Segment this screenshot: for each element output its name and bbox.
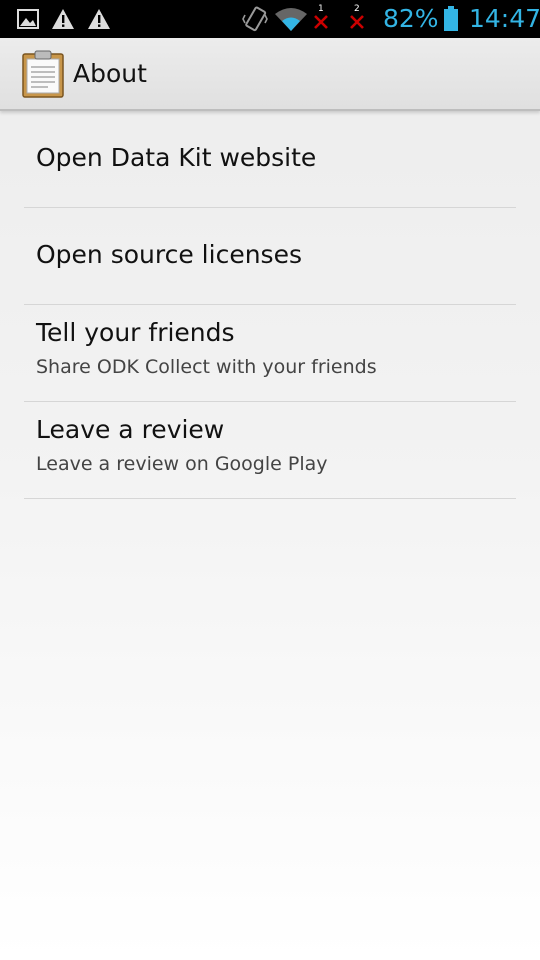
battery-percent: 82% bbox=[383, 4, 439, 33]
list-item-title: Open source licenses bbox=[36, 240, 302, 269]
status-bar: 1 2 82% 14:47 bbox=[0, 0, 540, 38]
list-item-title: Leave a review bbox=[36, 415, 225, 444]
battery-icon bbox=[444, 6, 458, 31]
warning-icon bbox=[52, 9, 74, 29]
no-signal-icon bbox=[350, 15, 364, 29]
list-item-tell-friends[interactable]: Tell your friends Share ODK Collect with… bbox=[24, 305, 516, 402]
action-bar: About bbox=[0, 38, 540, 111]
image-icon bbox=[17, 9, 39, 29]
warning-icon bbox=[88, 9, 110, 29]
list-item-title: Open Data Kit website bbox=[36, 143, 317, 172]
vibrate-icon bbox=[242, 6, 268, 32]
page-title: About bbox=[73, 59, 147, 88]
list-item-licenses[interactable]: Open source licenses bbox=[24, 208, 516, 305]
no-signal-icon bbox=[314, 15, 328, 29]
clock: 14:47 bbox=[469, 4, 540, 33]
sim1-label: 1 bbox=[318, 4, 324, 14]
clipboard-icon bbox=[22, 50, 64, 98]
wifi-icon bbox=[275, 8, 307, 31]
list-item-subtitle: Share ODK Collect with your friends bbox=[36, 356, 377, 378]
about-list: Open Data Kit website Open source licens… bbox=[24, 111, 516, 499]
list-item-review[interactable]: Leave a review Leave a review on Google … bbox=[24, 402, 516, 499]
list-item-website[interactable]: Open Data Kit website bbox=[24, 111, 516, 208]
sim2-label: 2 bbox=[354, 4, 360, 14]
list-item-title: Tell your friends bbox=[36, 318, 235, 347]
list-item-subtitle: Leave a review on Google Play bbox=[36, 453, 328, 475]
